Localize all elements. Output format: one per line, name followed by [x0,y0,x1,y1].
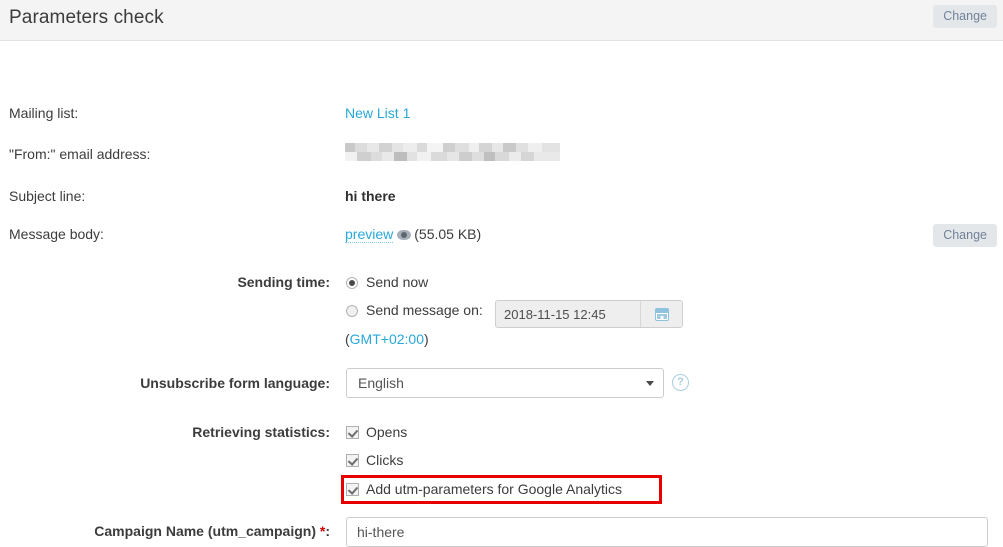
checkbox-clicks-label: Clicks [366,452,404,468]
subject-line-label: Subject line: [9,188,86,204]
message-body-label: Message body: [9,226,104,242]
panel-header: Parameters check Change [0,0,1003,41]
mailing-list-value-wrap: New List 1 [345,105,410,121]
campaign-name-colon: : [325,523,330,539]
radio-send-message-on-input[interactable] [346,305,358,317]
checkbox-opens-label: Opens [366,424,408,440]
unsubscribe-language-label: Unsubscribe form language: [140,375,330,391]
page-title: Parameters check [9,7,164,28]
checkbox-utm-parameters-input[interactable] [346,483,359,496]
campaign-name-label: Campaign Name (utm_campaign) *: [0,523,330,539]
radio-send-now[interactable]: Send now [346,274,428,290]
radio-send-now-label: Send now [366,274,429,290]
calendar-icon [654,307,669,321]
mailing-list-link[interactable]: New List 1 [345,105,410,121]
send-date-input[interactable] [496,301,640,327]
timezone-row: (GMT+02:00) [345,331,429,347]
retrieving-statistics-label: Retrieving statistics: [192,424,330,440]
from-email-redacted-value [345,143,560,162]
checkbox-clicks[interactable]: Clicks [346,452,403,468]
mailing-list-label: Mailing list: [9,105,79,121]
eye-icon [397,230,412,240]
unsubscribe-language-selected-value: English [358,375,404,391]
checkbox-opens[interactable]: Opens [346,424,407,440]
radio-send-now-input[interactable] [346,277,358,289]
send-date-group[interactable] [495,300,683,328]
campaign-name-label-text: Campaign Name (utm_campaign) [94,523,316,539]
radio-send-message-on-label: Send message on: [366,302,483,318]
checkbox-opens-input[interactable] [346,426,359,439]
checkbox-utm-parameters-label: Add utm-parameters for Google Analytics [366,481,623,497]
timezone-close-paren: ) [424,331,429,347]
help-icon[interactable]: ? [672,374,689,391]
calendar-picker-button[interactable] [640,301,682,327]
message-body-change-button[interactable]: Change [933,224,997,247]
from-email-label: "From:" email address: [9,146,151,162]
message-body-value-wrap: preview (55.05 KB) [345,226,482,243]
unsubscribe-language-select[interactable]: English [346,368,664,398]
message-body-preview-link[interactable]: preview [345,226,394,243]
chevron-down-icon [646,381,654,386]
message-body-size: (55.05 KB) [414,226,482,242]
timezone-link[interactable]: GMT+02:00 [350,331,424,347]
campaign-name-input[interactable] [346,517,988,547]
checkbox-utm-parameters[interactable]: Add utm-parameters for Google Analytics [346,481,622,497]
sending-time-label: Sending time: [237,274,330,290]
subject-line-value: hi there [345,188,396,204]
checkbox-clicks-input[interactable] [346,454,359,467]
header-change-button[interactable]: Change [933,5,997,28]
radio-send-message-on[interactable]: Send message on: [346,302,483,318]
